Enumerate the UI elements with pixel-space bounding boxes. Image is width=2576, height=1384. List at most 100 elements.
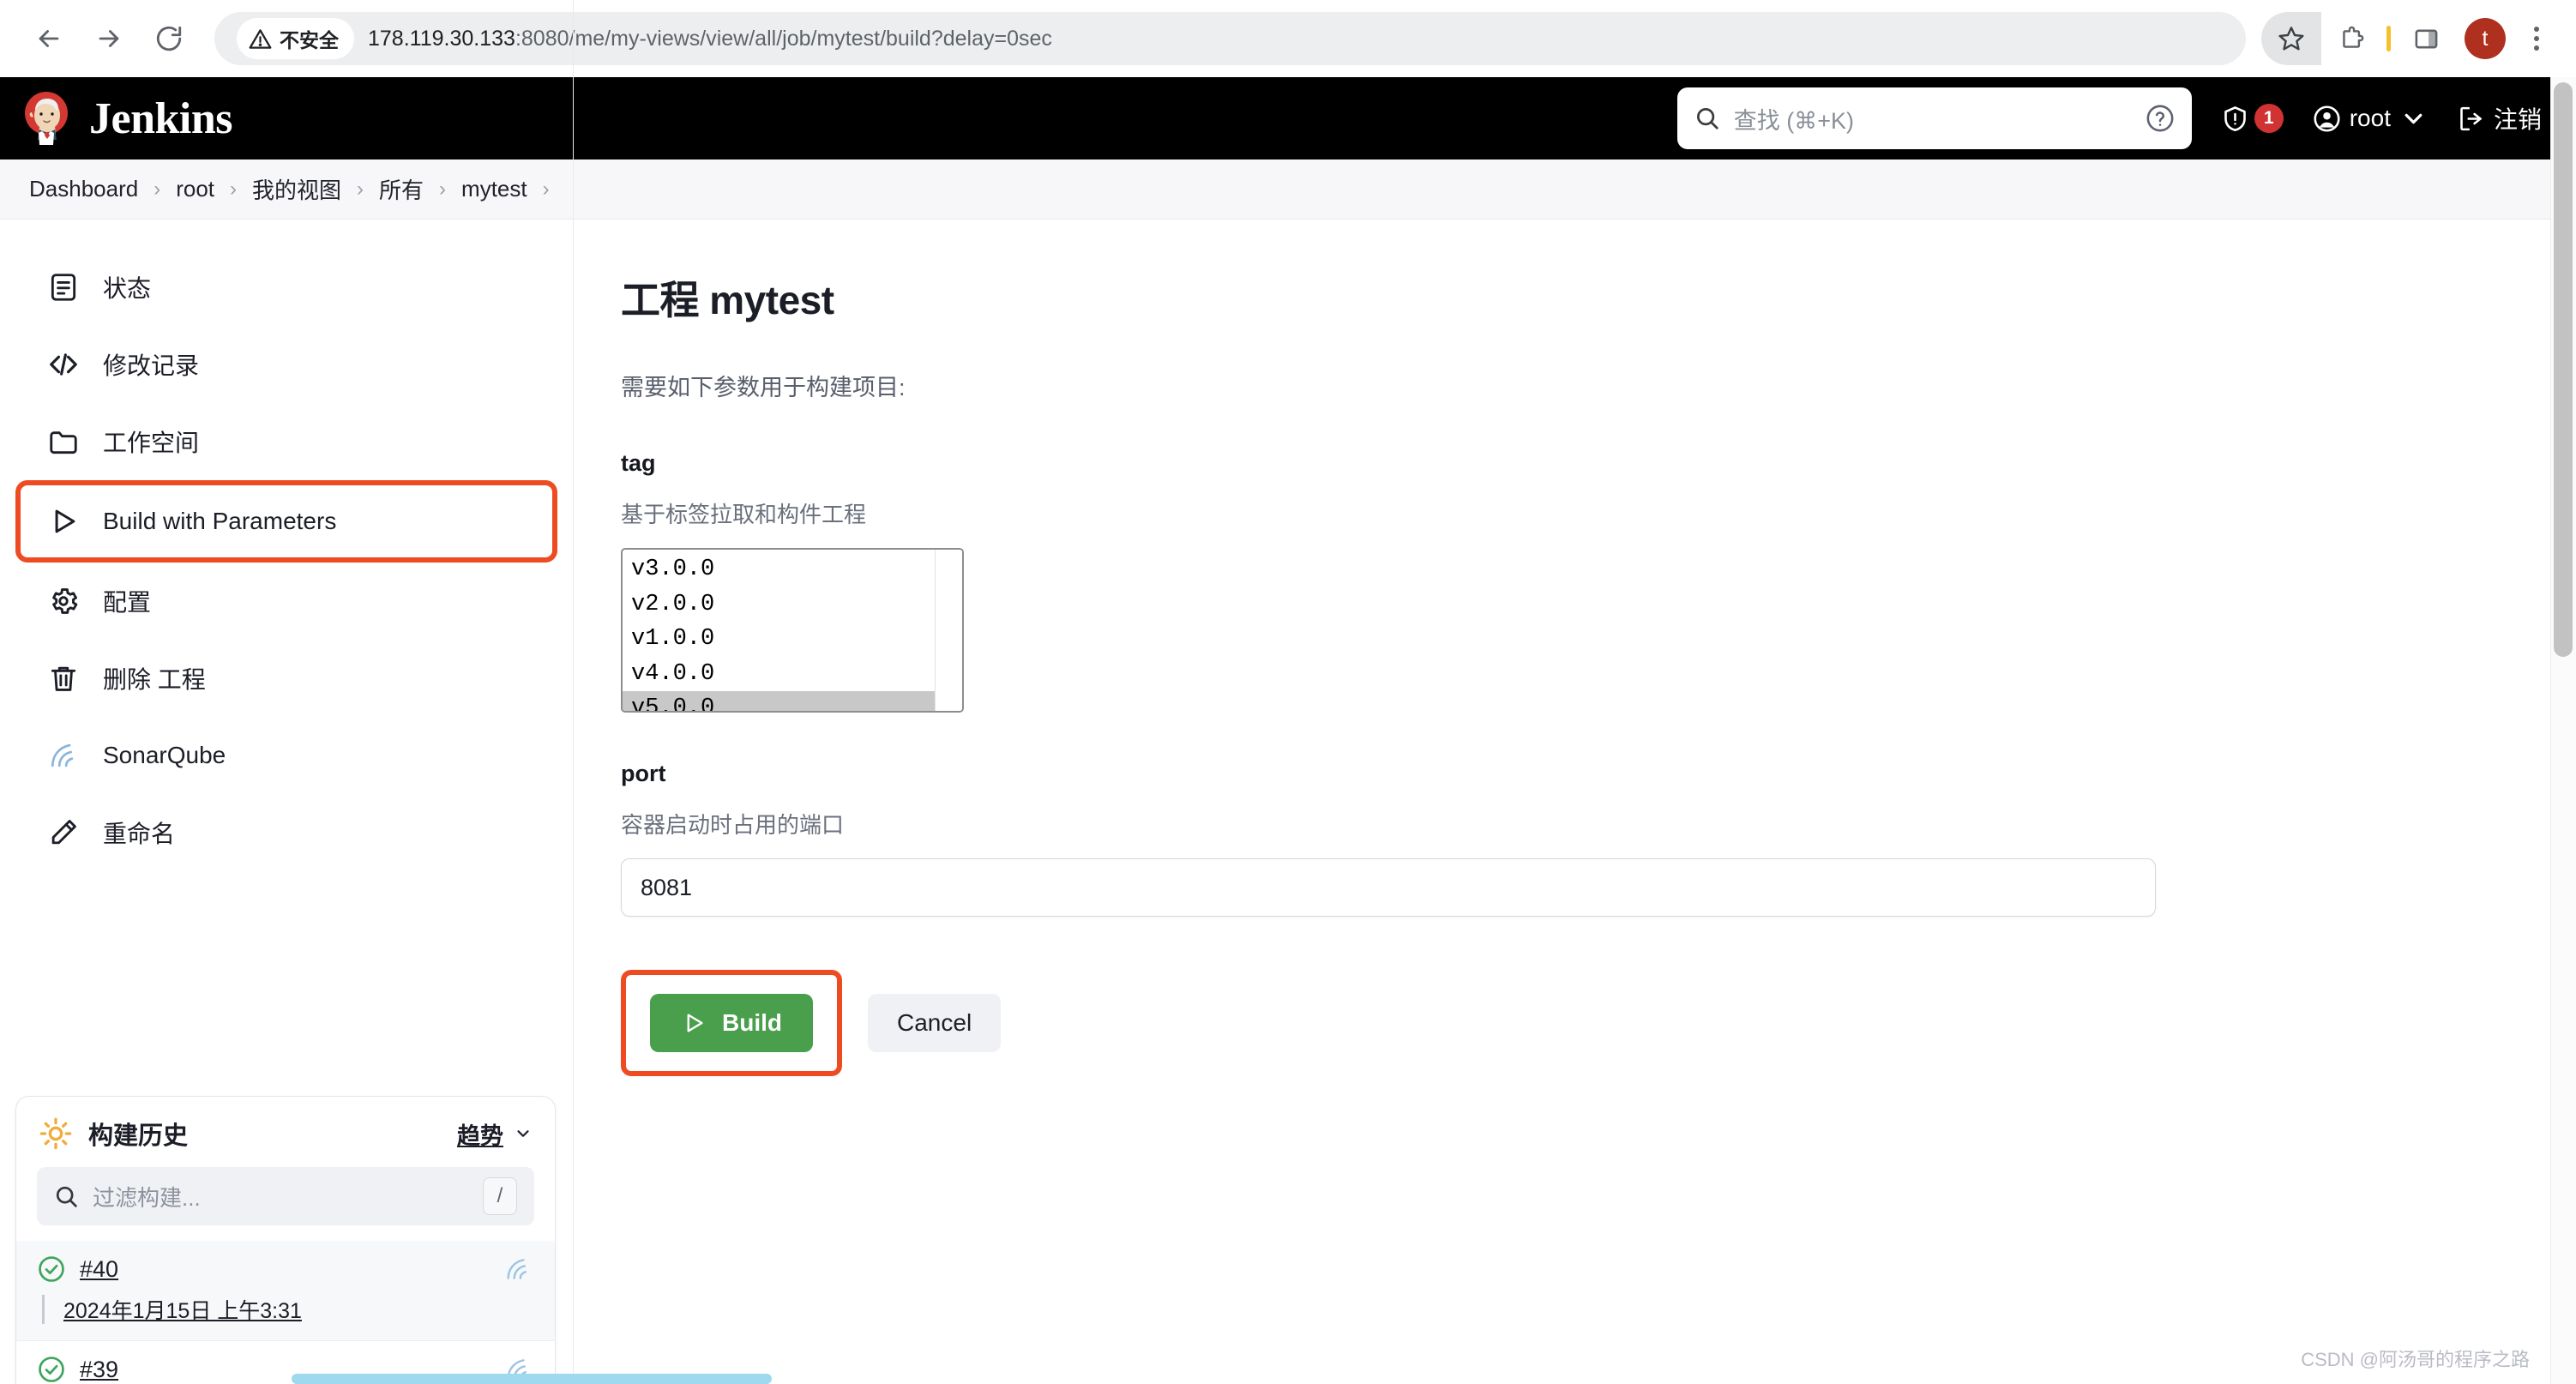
sidebar-item-status[interactable]: 状态 — [15, 249, 557, 326]
tag-option[interactable]: v4.0.0 — [623, 657, 935, 692]
shield-icon — [2224, 105, 2246, 131]
reload-button[interactable] — [142, 12, 196, 65]
play-icon — [46, 504, 81, 539]
sidebar-item-label: 修改记录 — [103, 352, 200, 379]
security-count-badge: 1 — [2254, 104, 2284, 133]
sidebar-item-build-with-parameters[interactable]: Build with Parameters — [15, 480, 557, 563]
sidebar-item-delete-project[interactable]: 删除 工程 — [15, 640, 557, 717]
side-panel-icon[interactable] — [2401, 14, 2451, 63]
cancel-button[interactable]: Cancel — [868, 994, 1002, 1052]
tag-option[interactable]: v1.0.0 — [623, 622, 935, 657]
build-history-header: 构建历史 趋势 — [16, 1097, 555, 1167]
code-icon — [46, 347, 81, 382]
sidebar-item-label: 配置 — [103, 589, 152, 616]
build-row-top: #40 — [37, 1255, 534, 1284]
bookmark-star-icon[interactable] — [2261, 12, 2321, 65]
page-body: 状态 修改记录 工作空间 Build with Parameters 配置 删除… — [0, 0, 2576, 1384]
chevron-down-icon — [517, 1130, 529, 1137]
user-menu-button[interactable]: root — [2313, 105, 2428, 133]
extensions-icon[interactable] — [2326, 14, 2376, 63]
warning-icon — [249, 28, 272, 49]
gear-icon — [46, 584, 81, 618]
build-number-link[interactable]: #39 — [80, 1357, 118, 1383]
sidebar-item-sonarqube[interactable]: SonarQube — [15, 717, 557, 794]
address-bar[interactable]: 不安全 178.119.30.133:8080/me/my-views/view… — [214, 12, 2246, 65]
trash-icon — [46, 661, 81, 695]
help-icon[interactable] — [2146, 104, 2175, 133]
build-history-title: 构建历史 — [88, 1122, 189, 1150]
main-content: 工程 mytest 需要如下参数用于构建项目: tag 基于标签拉取和构件工程 … — [573, 220, 2576, 1383]
sonar-wave-icon — [46, 738, 81, 773]
logout-button[interactable]: 注销 — [2457, 101, 2542, 135]
breadcrumb: Dashboard › root › 我的视图 › 所有 › mytest › — [0, 159, 2576, 220]
port-input[interactable]: 8081 — [621, 858, 2156, 917]
search-input[interactable]: 查找 (⌘+K) — [1676, 87, 2192, 149]
security-label: 不安全 — [280, 29, 339, 51]
page-description: 需要如下参数用于构建项目: — [621, 375, 906, 400]
build-row[interactable]: #40 2024年1月15日 上午3:31 — [16, 1241, 555, 1340]
sidebar-item-rename[interactable]: 重命名 — [15, 794, 557, 871]
pencil-icon — [46, 815, 81, 850]
build-date-link[interactable]: 2024年1月15日 上午3:31 — [63, 1294, 302, 1325]
sidebar-item-workspace[interactable]: 工作空间 — [15, 403, 557, 480]
breadcrumb-item-root[interactable]: root — [167, 176, 223, 202]
parameter-tag: tag 基于标签拉取和构件工程 v3.0.0 v2.0.0 v1.0.0 v4.… — [621, 450, 2576, 713]
sonar-wave-icon — [507, 1259, 527, 1279]
tag-option-selected[interactable]: v5.0.0 — [623, 691, 935, 711]
header-right-group: 查找 (⌘+K) 1 root 注销 — [1676, 87, 2542, 149]
breadcrumb-separator: › — [357, 177, 364, 201]
cancel-button-label: Cancel — [897, 1009, 972, 1036]
breadcrumb-item-dashboard[interactable]: Dashboard — [21, 176, 147, 202]
user-avatar-icon — [2314, 105, 2340, 132]
breadcrumb-item-all[interactable]: 所有 — [370, 173, 432, 205]
sidebar-item-configure[interactable]: 配置 — [15, 563, 557, 640]
breadcrumb-item-my-views[interactable]: 我的视图 — [244, 173, 350, 205]
page-scrollbar-thumb[interactable] — [2554, 82, 2573, 657]
build-button-label: Build — [722, 1009, 782, 1036]
tag-option[interactable]: v3.0.0 — [623, 552, 935, 587]
search-icon — [1696, 108, 1718, 129]
parameter-description: 基于标签拉取和构件工程 — [621, 502, 867, 527]
sun-icon — [39, 1117, 72, 1150]
build-button[interactable]: Build — [650, 994, 813, 1052]
breadcrumb-item-mytest[interactable]: mytest — [453, 176, 536, 202]
forward-button[interactable] — [82, 12, 135, 65]
breadcrumb-separator: › — [542, 177, 550, 201]
tag-select-scrollbar[interactable] — [935, 550, 962, 711]
sidebar-item-label: 工作空间 — [103, 430, 200, 456]
browser-menu-icon[interactable] — [2519, 27, 2554, 51]
breadcrumb-separator: › — [439, 177, 447, 201]
sidebar-item-label: 重命名 — [103, 821, 176, 847]
build-number-link[interactable]: #40 — [80, 1256, 118, 1283]
build-date-wrap: 2024年1月15日 上午3:31 — [37, 1294, 534, 1325]
jenkins-title: Jenkins — [89, 93, 233, 143]
form-actions: Build Cancel — [621, 970, 2576, 1076]
success-check-icon — [39, 1357, 64, 1382]
filter-shortcut-key: / — [483, 1177, 517, 1215]
build-history-panel: 构建历史 趋势 过滤构建... / #40 2024年1月15日 上午3:31 … — [15, 1096, 556, 1384]
sidebar-item-label: SonarQube — [103, 742, 226, 768]
success-check-icon — [39, 1256, 64, 1282]
page-title: 工程 mytest — [621, 278, 834, 322]
chevron-down-icon — [2404, 113, 2423, 123]
sidebar-item-changes[interactable]: 修改记录 — [15, 326, 557, 403]
parameter-name: tag — [621, 450, 656, 476]
url-path: /me/my-views/view/all/job/mytest/build?d… — [569, 26, 1052, 51]
site-security-chip[interactable]: 不安全 — [237, 18, 354, 59]
sidebar: 状态 修改记录 工作空间 Build with Parameters 配置 删除… — [0, 220, 573, 1384]
logout-label: 注销 — [2493, 106, 2542, 133]
security-alerts-button[interactable]: 1 — [2221, 104, 2284, 133]
jenkins-brand-link[interactable]: Jenkins — [21, 90, 233, 147]
jenkins-logo-icon — [25, 92, 68, 145]
build-trend-button[interactable]: 趋势 — [457, 1117, 533, 1151]
search-placeholder: 查找 (⌘+K) — [1733, 107, 1854, 134]
sidebar-item-label: 状态 — [103, 275, 152, 302]
folder-icon — [46, 424, 81, 459]
profile-avatar[interactable]: t — [2465, 18, 2506, 59]
tag-select-listbox[interactable]: v3.0.0 v2.0.0 v1.0.0 v4.0.0 v5.0.0 — [621, 548, 964, 713]
back-button[interactable] — [22, 12, 75, 65]
tag-option[interactable]: v2.0.0 — [623, 587, 935, 623]
build-filter-input[interactable]: 过滤构建... / — [37, 1167, 534, 1225]
url-port: :8080 — [515, 26, 569, 51]
build-timeline-tick — [42, 1295, 45, 1324]
